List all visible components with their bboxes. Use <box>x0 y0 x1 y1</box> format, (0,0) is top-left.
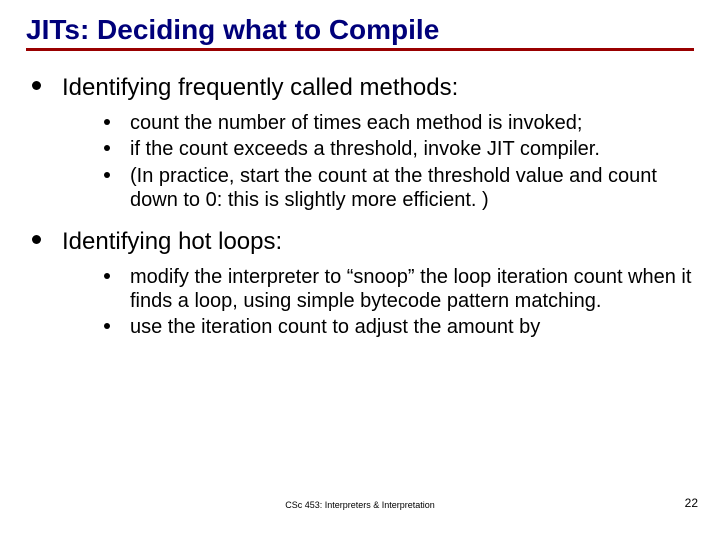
list-item: count the number of times each method is… <box>96 111 694 135</box>
section-1-heading: Identifying frequently called methods: <box>62 73 694 103</box>
section-2-heading: Identifying hot loops: <box>62 227 694 257</box>
bullet-icon <box>32 81 41 90</box>
list-item: modify the interpreter to “snoop” the lo… <box>96 265 694 314</box>
footer-text: CSc 453: Interpreters & Interpretation <box>0 500 720 510</box>
item-text: if the count exceeds a threshold, invoke… <box>130 138 600 160</box>
bullet-icon <box>104 119 110 125</box>
item-text: (In practice, start the count at the thr… <box>130 165 657 211</box>
item-text: modify the interpreter to “snoop” the lo… <box>130 266 691 312</box>
bullet-icon <box>32 235 41 244</box>
list-item: if the count exceeds a threshold, invoke… <box>96 137 694 161</box>
section-2-items: modify the interpreter to “snoop” the lo… <box>62 265 694 340</box>
content-list: Identifying frequently called methods: c… <box>26 73 694 340</box>
bullet-icon <box>104 172 110 178</box>
item-text: count the number of times each method is… <box>130 112 582 134</box>
section-2: Identifying hot loops: modify the interp… <box>26 227 694 340</box>
page-number: 22 <box>685 496 698 510</box>
list-item: (In practice, start the count at the thr… <box>96 164 694 213</box>
bullet-icon <box>104 273 110 279</box>
item-text: use the iteration count to adjust the am… <box>130 316 540 338</box>
section-1: Identifying frequently called methods: c… <box>26 73 694 213</box>
bullet-icon <box>104 323 110 329</box>
slide-title: JITs: Deciding what to Compile <box>26 14 694 46</box>
title-underline <box>26 48 694 51</box>
list-item: use the iteration count to adjust the am… <box>96 315 694 339</box>
bullet-icon <box>104 145 110 151</box>
section-1-items: count the number of times each method is… <box>62 111 694 213</box>
